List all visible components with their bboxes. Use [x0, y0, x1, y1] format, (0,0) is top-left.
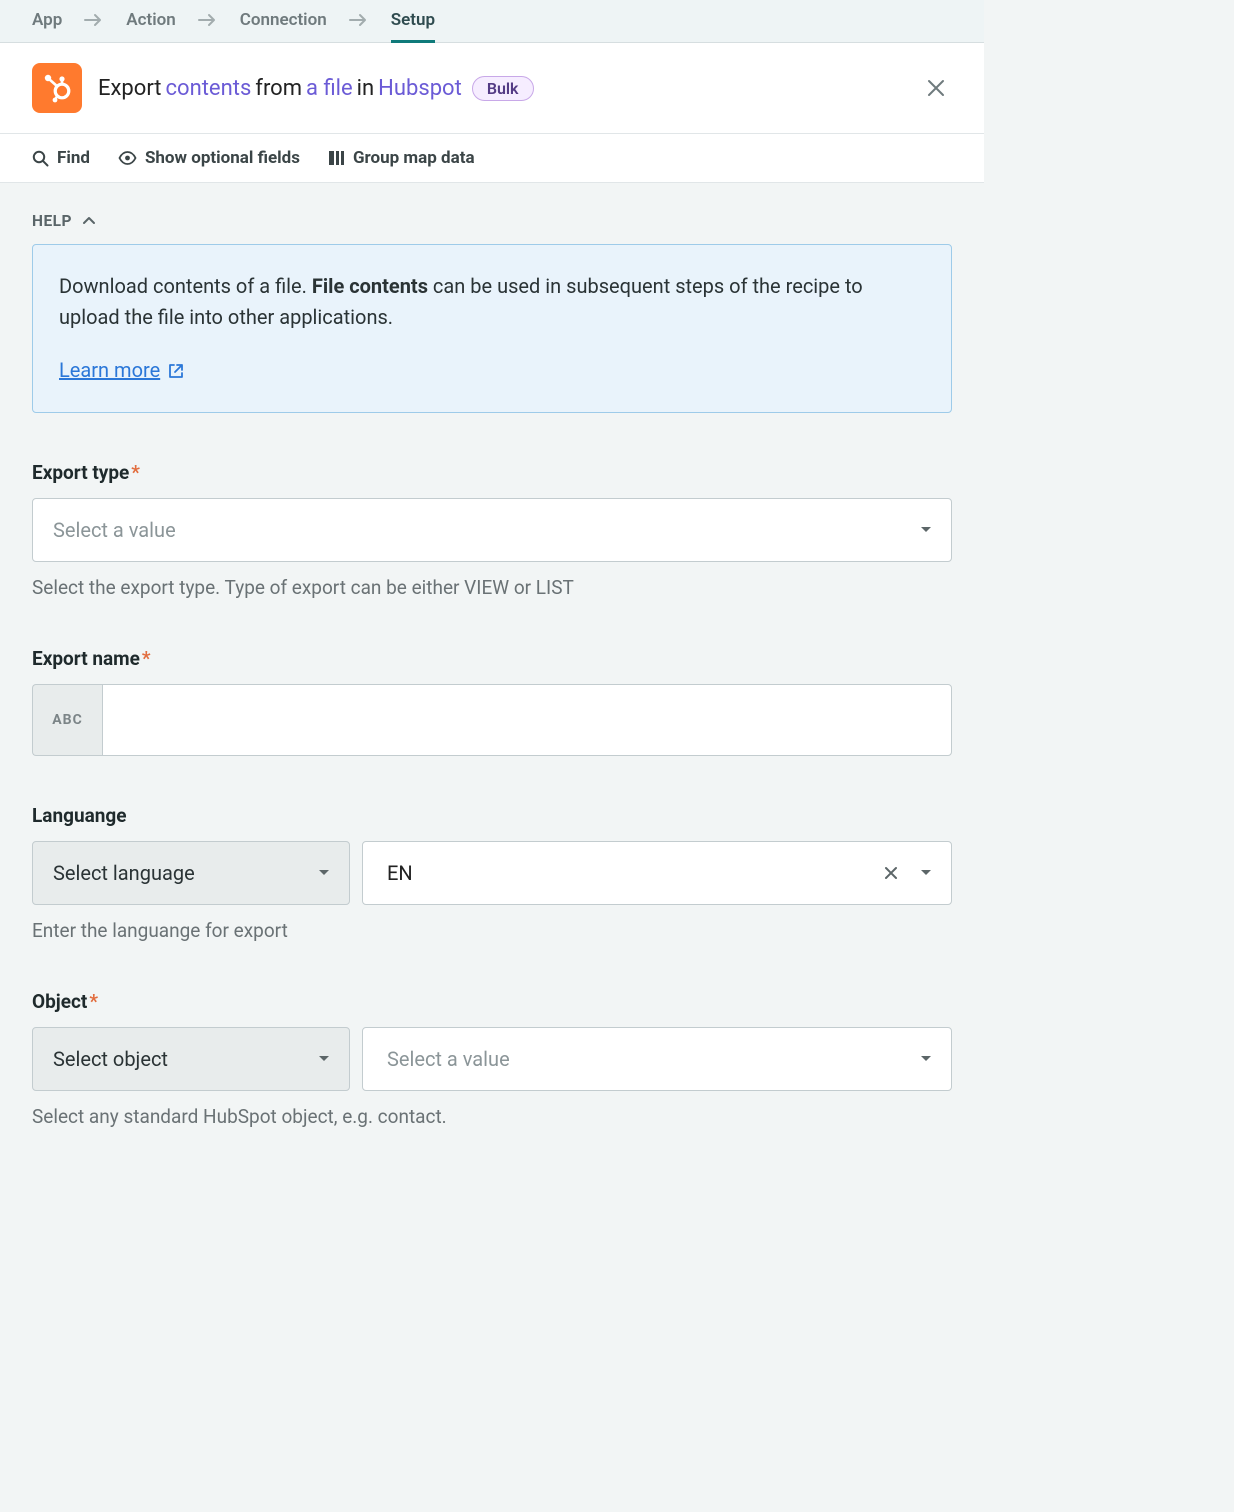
object-value-select[interactable]: Select a value	[362, 1027, 952, 1091]
chevron-right-icon	[349, 13, 369, 27]
language-label: Languange	[32, 804, 952, 827]
select-placeholder: Select a value	[53, 518, 176, 542]
language-value: EN	[387, 861, 413, 885]
find-label: Find	[57, 148, 90, 168]
field-export-name: Export name* ABC	[32, 647, 952, 756]
group-map-data-button[interactable]: Group map data	[328, 148, 475, 168]
required-star: *	[89, 990, 98, 1013]
export-name-label: Export name*	[32, 647, 952, 670]
title-part: Export	[98, 76, 162, 101]
title-part: from	[255, 76, 302, 101]
chevron-up-icon	[82, 216, 96, 226]
breadcrumb-item-setup[interactable]: Setup	[391, 10, 435, 30]
breadcrumb: App Action Connection Setup	[0, 0, 984, 43]
title-link-contents[interactable]: contents	[166, 76, 252, 101]
select-label: Select object	[53, 1047, 168, 1071]
export-name-input[interactable]	[102, 684, 952, 756]
help-text: Download contents of a file.	[59, 274, 312, 298]
group-icon	[328, 150, 345, 166]
show-optional-fields-button[interactable]: Show optional fields	[118, 148, 300, 168]
export-type-hint: Select the export type. Type of export c…	[32, 576, 952, 599]
select-placeholder: Select a value	[387, 1047, 510, 1071]
breadcrumb-item-app[interactable]: App	[32, 10, 62, 30]
title-part: in	[357, 76, 375, 101]
page-header: Export contents from a file in Hubspot B…	[0, 43, 984, 134]
eye-icon	[118, 151, 137, 165]
field-language: Languange Select language EN Enter the l…	[32, 804, 952, 942]
chevron-down-icon	[919, 525, 933, 535]
bulk-badge: Bulk	[472, 76, 534, 101]
text-type-prefix: ABC	[32, 684, 102, 756]
label-text: Object	[32, 990, 87, 1013]
page-title: Export contents from a file in Hubspot B…	[98, 76, 904, 101]
chevron-right-icon	[198, 13, 218, 27]
label-text: Languange	[32, 804, 127, 827]
export-type-select[interactable]: Select a value	[32, 498, 952, 562]
close-button[interactable]	[920, 72, 952, 104]
title-link-hubspot[interactable]: Hubspot	[378, 76, 462, 101]
object-label: Object*	[32, 990, 952, 1013]
language-hint: Enter the languange for export	[32, 919, 952, 942]
chevron-right-icon	[84, 13, 104, 27]
chevron-down-icon	[919, 868, 933, 878]
hubspot-icon	[32, 63, 82, 113]
chevron-down-icon	[919, 1054, 933, 1064]
language-type-select[interactable]: Select language	[32, 841, 350, 905]
group-map-label: Group map data	[353, 148, 475, 168]
show-optional-label: Show optional fields	[145, 148, 300, 168]
label-text: Export name	[32, 647, 140, 670]
field-export-type: Export type* Select a value Select the e…	[32, 461, 952, 599]
breadcrumb-item-action[interactable]: Action	[126, 10, 175, 30]
clear-icon[interactable]	[883, 865, 899, 881]
field-object: Object* Select object Select a value Sel…	[32, 990, 952, 1128]
help-box: Download contents of a file. File conten…	[32, 244, 952, 413]
learn-more-link[interactable]: Learn more	[59, 355, 184, 386]
help-bold: File contents	[312, 274, 428, 298]
chevron-down-icon	[317, 868, 331, 878]
external-link-icon	[168, 363, 184, 379]
select-label: Select language	[53, 861, 195, 885]
chevron-down-icon	[317, 1054, 331, 1064]
breadcrumb-item-connection[interactable]: Connection	[240, 10, 327, 30]
label-text: Export type	[32, 461, 129, 484]
help-heading: HELP	[32, 212, 72, 230]
toolbar: Find Show optional fields Group map data	[0, 134, 984, 183]
title-link-file[interactable]: a file	[306, 76, 353, 101]
help-toggle[interactable]: HELP	[32, 212, 96, 230]
content-area: HELP Download contents of a file. File c…	[0, 183, 984, 1168]
export-type-label: Export type*	[32, 461, 952, 484]
language-value-select[interactable]: EN	[362, 841, 952, 905]
object-hint: Select any standard HubSpot object, e.g.…	[32, 1105, 952, 1128]
learn-more-label: Learn more	[59, 355, 160, 386]
find-button[interactable]: Find	[32, 148, 90, 168]
object-type-select[interactable]: Select object	[32, 1027, 350, 1091]
required-star: *	[142, 647, 151, 670]
search-icon	[32, 150, 49, 167]
required-star: *	[131, 461, 140, 484]
